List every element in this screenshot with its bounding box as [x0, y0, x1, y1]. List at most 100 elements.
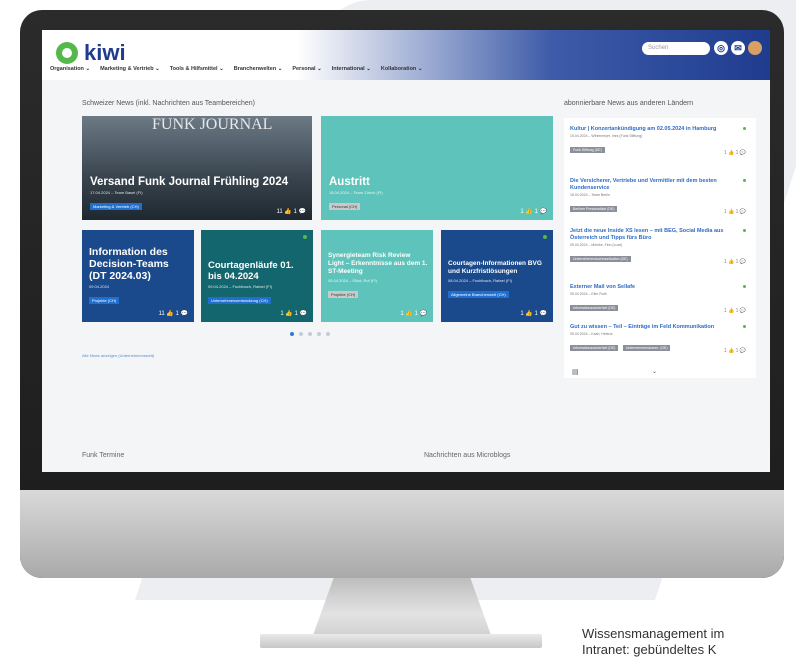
unread-dot [303, 235, 307, 239]
monitor-chin [20, 490, 784, 578]
tile-tag[interactable]: Marketing & Vertrieb (CH) [90, 203, 142, 210]
news-tag[interactable]: Informationssicherheit (DE) [570, 305, 619, 311]
chevron-down-icon[interactable]: ⌄ [652, 368, 657, 375]
nav-item-international[interactable]: International ⌄ [332, 66, 371, 72]
sidebar-title: abonnierbare News aus anderen Ländern [564, 100, 694, 107]
tile-meta: 18.04.2024 – Team Zürich (FI) [329, 190, 383, 195]
tile-tag[interactable]: Personal (CH) [329, 203, 361, 210]
events-title: Funk Termine [82, 452, 125, 459]
tile-tag[interactable]: Projekte (CH) [328, 291, 359, 298]
tile-actions[interactable]: 11 👍 1 💬 [276, 208, 306, 215]
top-header: kiwi Suchen ◎ ✉ Organisation ⌄ Marketing… [42, 30, 770, 80]
all-news-link[interactable]: Alle News anzeigen (Unternehmensweit) [82, 353, 154, 358]
news-actions[interactable]: 1 👍 1 💬 [724, 259, 746, 265]
tile-actions[interactable]: 1 👍 1 💬 [400, 310, 427, 317]
tile-tag[interactable]: Projekte (CH) [89, 297, 120, 304]
news-meta: 05.04.2024 – Kash, Helena [570, 332, 613, 336]
kiwi-logo[interactable]: kiwi [56, 40, 126, 66]
news-actions[interactable]: 1 👍 1 💬 [724, 209, 746, 215]
tile-title: Information des Decision-Teams (DT 2024.… [89, 246, 169, 282]
avatar[interactable] [748, 41, 762, 55]
monitor-stand-base [260, 634, 542, 648]
microblogs-title: Nachrichten aus Microblogs [424, 452, 511, 459]
list-item[interactable]: Externer Mail von Sellafe 05.04.2024 – E… [570, 284, 748, 314]
tile-tag[interactable]: Allgemeine Branchenwelt (CH) [448, 291, 509, 298]
news-tile[interactable]: Courtagenläufe 01. bis 04.2024 09.04.202… [201, 230, 313, 322]
nav-item-personal[interactable]: Personal ⌄ [292, 66, 321, 72]
carousel-dot[interactable] [290, 332, 294, 336]
news-title[interactable]: Kultur | Konzertankündigung am 02.05.202… [570, 126, 748, 133]
news-tag[interactable]: Unternehmenskomm. (DE) [622, 345, 671, 351]
news-actions[interactable]: 1 👍 1 💬 [724, 348, 746, 354]
tile-title: Courtagen-Informationen BVG und Kurzfris… [448, 260, 542, 275]
search-input[interactable]: Suchen [642, 42, 710, 55]
list-item[interactable]: Gut zu wissen – Teil – Einträge im Feld … [570, 324, 748, 354]
intranet-screen: kiwi Suchen ◎ ✉ Organisation ⌄ Marketing… [42, 30, 770, 472]
list-item[interactable]: Jetzt die neue Inside XS lesen – mit BEG… [570, 228, 748, 265]
list-item[interactable]: Die Versicherer, Vertriebe und Vermittle… [570, 178, 748, 215]
rss-icon[interactable]: ▤ [572, 368, 579, 376]
news-section-title: Schweizer News (inkl. Nachrichten aus Te… [82, 100, 256, 107]
news-tag[interactable]: Funk Stiftung (DE) [570, 147, 605, 153]
tile-meta: 05.04.2024 – Elliot, Ruf (FI) [328, 278, 377, 283]
carousel-dot[interactable] [299, 332, 303, 336]
news-tile[interactable]: Information des Decision-Teams (DT 2024.… [82, 230, 194, 322]
unread-dot [743, 229, 746, 232]
carousel-dot[interactable] [326, 332, 330, 336]
news-actions[interactable]: 1 👍 1 💬 [724, 150, 746, 156]
news-title[interactable]: Jetzt die neue Inside XS lesen – mit BEG… [570, 228, 748, 242]
news-meta: 18.04.2024 – Team Berlin [570, 193, 610, 197]
news-tag[interactable]: Unternehmenskommunikation (DE) [570, 256, 631, 262]
tile-meta: 08.04.2024 – Fuchlbach, Rafael (FI) [448, 278, 513, 283]
tile-title: Synergieteam Risk Review Light – Erkennt… [328, 252, 428, 275]
news-actions[interactable]: 1 👍 1 💬 [724, 308, 746, 314]
carousel-pagination[interactable] [290, 332, 330, 336]
caption-text: Wissensmanagement im Intranet: gebündelt… [582, 626, 724, 658]
journal-cover-image: FUNK JOURNAL [152, 116, 273, 133]
compass-icon[interactable]: ◎ [714, 41, 728, 55]
tile-actions[interactable]: 11 👍 1 💬 [158, 310, 188, 317]
tile-actions[interactable]: 1 👍 1 💬 [520, 310, 547, 317]
subscribable-news-list: Kultur | Konzertankündigung am 02.05.202… [564, 118, 756, 378]
news-title[interactable]: Externer Mail von Sellafe [570, 284, 748, 291]
carousel-dot[interactable] [317, 332, 321, 336]
tile-title: Austritt [329, 176, 370, 188]
tile-actions[interactable]: 1 👍 1 💬 [520, 208, 547, 215]
featured-news-tile[interactable]: FUNK JOURNAL Versand Funk Journal Frühli… [82, 116, 312, 220]
caption-line-2: Intranet: gebündeltes K [582, 642, 717, 657]
chat-icon[interactable]: ✉ [731, 41, 745, 55]
news-title[interactable]: Die Versicherer, Vertriebe und Vermittle… [570, 178, 748, 192]
kiwi-logo-icon [56, 42, 78, 64]
tile-meta: 09.04.2024 – Fuchlbach, Rafael (FI) [208, 284, 273, 289]
unread-dot [743, 179, 746, 182]
news-meta: 05.04.2024 – Meinke, Finn (Luxe) [570, 243, 623, 247]
nav-item-branchenwelten[interactable]: Branchenwelten ⌄ [234, 66, 283, 72]
news-tag[interactable]: Berliner Presseartikel (DE) [570, 206, 618, 212]
news-title[interactable]: Gut zu wissen – Teil – Einträge im Feld … [570, 324, 748, 331]
nav-item-kollaboration[interactable]: Kollaboration ⌄ [381, 66, 423, 72]
monitor-stand [312, 578, 492, 638]
news-meta: 15.04.2024 – Wintemeyer, Ines (Funk Stif… [570, 134, 643, 138]
list-item[interactable]: Kultur | Konzertankündigung am 02.05.202… [570, 126, 748, 156]
nav-item-tools[interactable]: Tools & Hilfsmittel ⌄ [170, 66, 224, 72]
news-meta: 05.04.2024 – Eller Ruth [570, 292, 607, 296]
tile-meta: 17.04.2024 – Team Basel (FI) [90, 190, 143, 195]
tile-title: Versand Funk Journal Frühling 2024 [90, 176, 289, 188]
tile-title: Courtagenläufe 01. bis 04.2024 [208, 260, 294, 282]
carousel-dot[interactable] [308, 332, 312, 336]
nav-item-organisation[interactable]: Organisation ⌄ [50, 66, 90, 72]
unread-dot [743, 127, 746, 130]
nav-item-marketing[interactable]: Marketing & Vertrieb ⌄ [100, 66, 160, 72]
featured-news-tile[interactable]: Austritt 18.04.2024 – Team Zürich (FI) P… [321, 116, 553, 220]
unread-dot [543, 235, 547, 239]
news-tile[interactable]: Synergieteam Risk Review Light – Erkennt… [321, 230, 433, 322]
unread-dot [743, 325, 746, 328]
main-navigation: Organisation ⌄ Marketing & Vertrieb ⌄ To… [50, 66, 422, 72]
caption-line-1: Wissensmanagement im [582, 626, 725, 641]
news-tag[interactable]: Informationssicherheit (DE) [570, 345, 619, 351]
tile-meta: 09.04.2024 [89, 284, 110, 289]
news-tile[interactable]: Courtagen-Informationen BVG und Kurzfris… [441, 230, 553, 322]
tile-tag[interactable]: Unternehmensentwicklung (CH) [208, 297, 271, 304]
unread-dot [743, 285, 746, 288]
tile-actions[interactable]: 1 👍 1 💬 [280, 310, 307, 317]
